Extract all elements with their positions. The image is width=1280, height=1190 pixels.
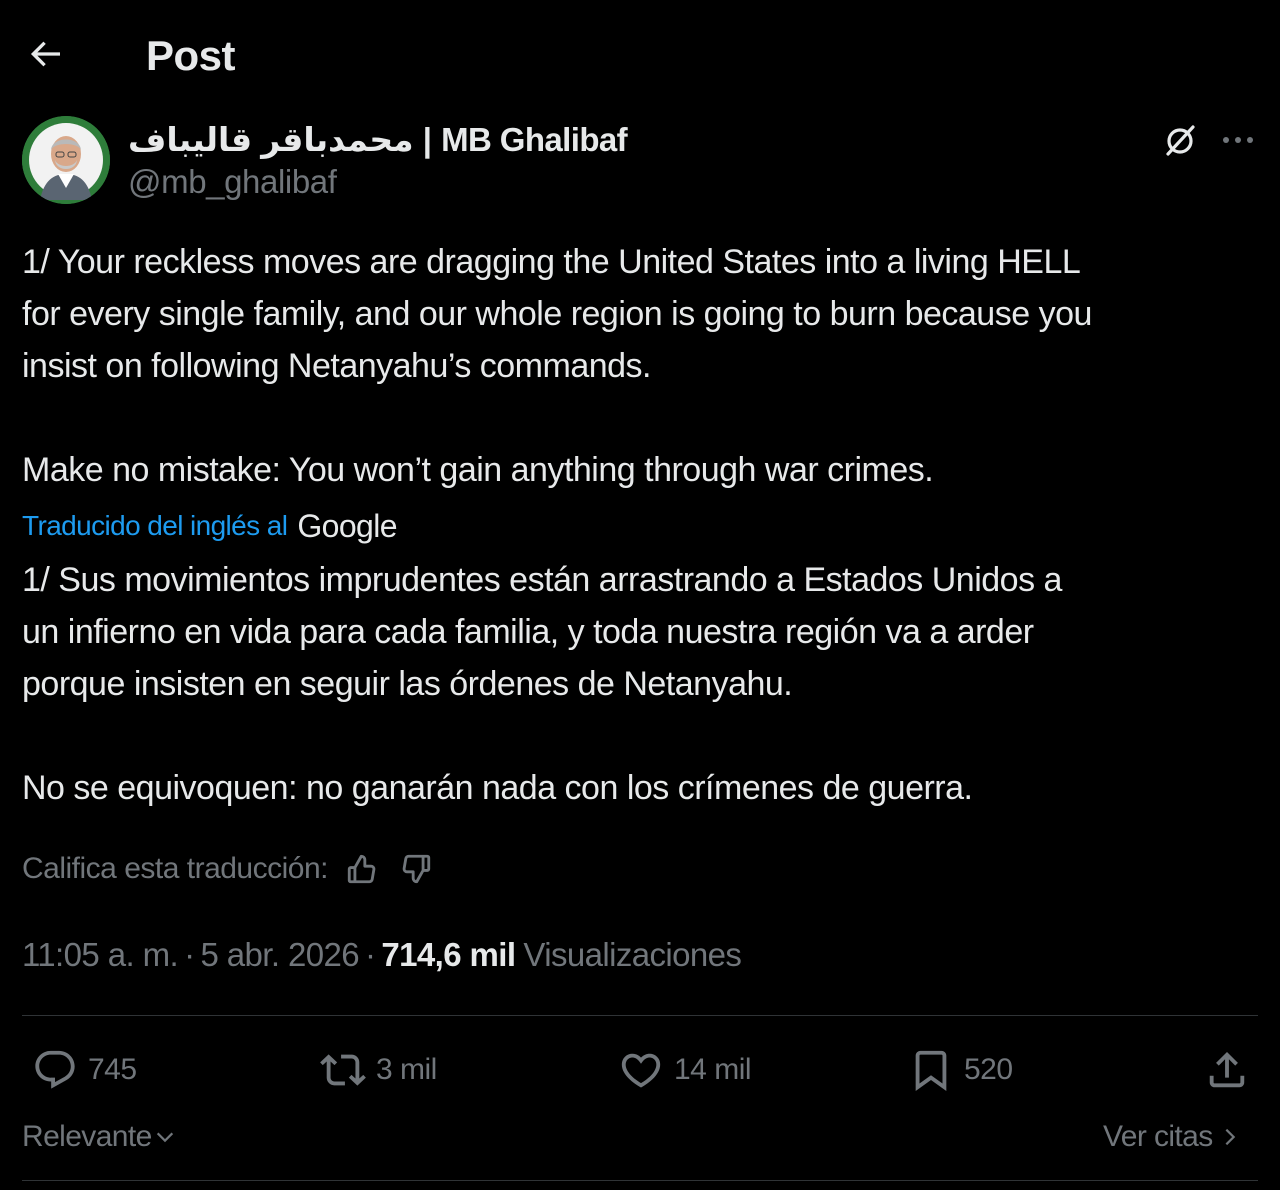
- avatar[interactable]: [22, 116, 110, 204]
- sort-label: Relevante: [22, 1120, 152, 1153]
- sort-replies-button[interactable]: Relevante: [22, 1114, 176, 1160]
- tweet-translated-text: 1/ Sus movimientos imprudentes están arr…: [22, 561, 1062, 807]
- views-label[interactable]: Visualizaciones: [523, 936, 741, 974]
- bookmark-button[interactable]: 520: [908, 1044, 1013, 1096]
- thumbs-up-icon: [347, 854, 376, 884]
- reply-icon: [35, 1050, 75, 1089]
- divider: [22, 1180, 1258, 1181]
- view-quotes-link[interactable]: Ver citas: [1103, 1114, 1241, 1160]
- bookmark-icon: [915, 1050, 947, 1091]
- more-horizontal-icon: [1223, 137, 1253, 143]
- google-logo: Google: [297, 507, 397, 544]
- chevron-right-icon: [1225, 1128, 1235, 1146]
- translation-attribution: Traducido del inglés al Google: [22, 506, 398, 546]
- thumbs-up-button[interactable]: [342, 849, 382, 889]
- post-meta: 11:05 a. m. · 5 abr. 2026 · 714,6 mil Vi…: [22, 932, 742, 978]
- reply-button[interactable]: 745: [32, 1044, 137, 1096]
- page-header: Post: [0, 0, 1280, 110]
- share-button[interactable]: [1204, 1044, 1250, 1096]
- arrow-left-icon: [30, 41, 60, 67]
- author-row: محمدباقر قالیباف | MB Ghalibaf @mb_ghali…: [22, 116, 1258, 208]
- user-handle[interactable]: @mb_ghalibaf: [128, 162, 337, 202]
- tweet-original-text: 1/ Your reckless moves are dragging the …: [22, 243, 1092, 489]
- like-count: 14 mil: [674, 1053, 752, 1086]
- like-button[interactable]: 14 mil: [618, 1044, 752, 1096]
- reply-count: 745: [88, 1053, 137, 1086]
- page-title: Post: [146, 32, 236, 79]
- meta-separator: ·: [184, 936, 195, 973]
- rate-translation-label: Califica esta traducción:: [22, 852, 329, 885]
- grok-icon: [1166, 125, 1195, 156]
- views-count: 714,6 mil: [381, 936, 516, 973]
- post-date[interactable]: 5 abr. 2026: [200, 936, 359, 974]
- share-icon: [1209, 1051, 1245, 1088]
- view-quotes-label: Ver citas: [1103, 1120, 1213, 1153]
- thumbs-down-icon: [402, 854, 431, 884]
- meta-separator: ·: [365, 936, 376, 973]
- thumbs-down-button[interactable]: [396, 849, 436, 889]
- divider: [22, 1015, 1258, 1016]
- more-options-button[interactable]: [1216, 118, 1260, 162]
- post-time[interactable]: 11:05 a. m.: [22, 936, 179, 974]
- translated-from-link[interactable]: Traducido del inglés al: [22, 510, 288, 542]
- display-name[interactable]: محمدباقر قالیباف | MB Ghalibaf: [128, 120, 628, 160]
- repost-icon: [320, 1054, 366, 1086]
- chevron-down-icon: [156, 1132, 173, 1143]
- repost-count: 3 mil: [376, 1053, 437, 1086]
- rate-translation-row: Califica esta traducción:: [22, 846, 436, 892]
- bookmark-count: 520: [964, 1053, 1013, 1086]
- repost-button[interactable]: 3 mil: [320, 1044, 437, 1096]
- grok-button[interactable]: [1158, 118, 1202, 162]
- heart-icon: [621, 1053, 661, 1088]
- avatar-image: [22, 116, 110, 204]
- back-button[interactable]: [20, 32, 70, 76]
